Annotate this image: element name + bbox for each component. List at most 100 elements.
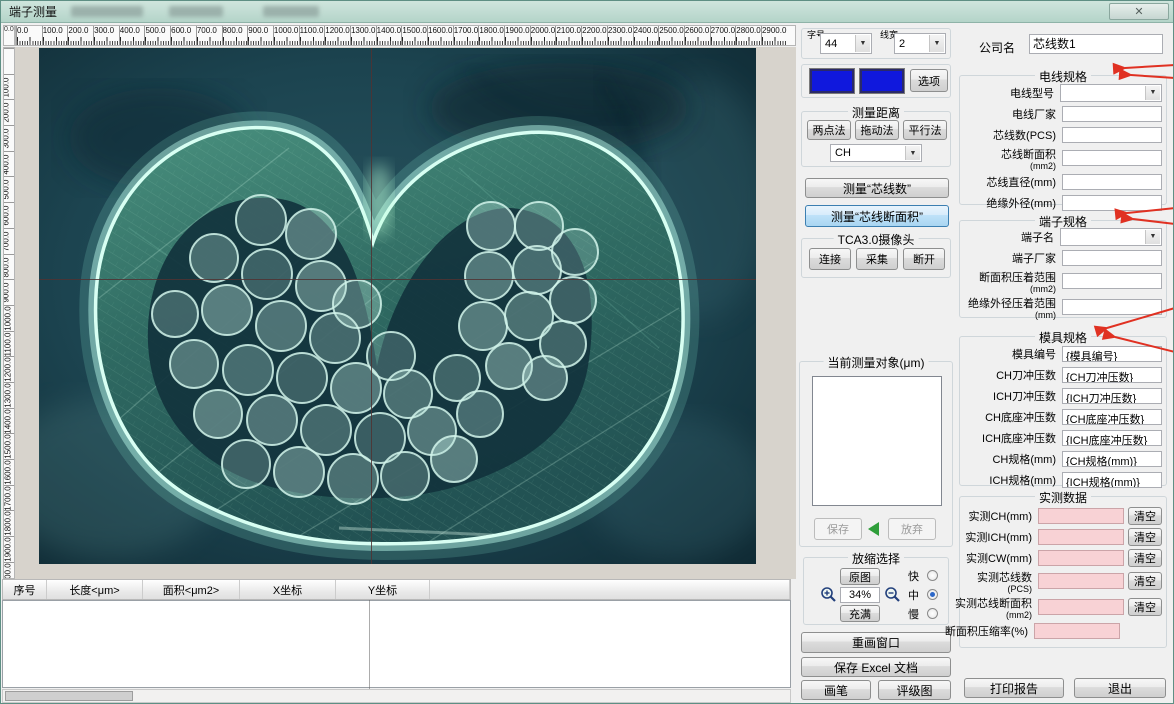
chevron-down-icon[interactable]: ▼: [1145, 86, 1160, 100]
method-button-2[interactable]: 拖动法: [855, 120, 899, 140]
clear-button[interactable]: 清空: [1128, 598, 1162, 616]
measured-field-input[interactable]: [1038, 599, 1124, 615]
save-excel-button[interactable]: 保存 Excel 文档: [801, 657, 951, 677]
mold-field-input[interactable]: {ICH规格(mm)}: [1062, 472, 1162, 488]
close-icon[interactable]: ✕: [1109, 3, 1169, 20]
current-object-list[interactable]: [812, 376, 942, 506]
discard-button[interactable]: 放弃: [888, 518, 936, 540]
rating-button[interactable]: 评级图: [878, 680, 951, 700]
field-input[interactable]: [1062, 127, 1162, 143]
zoom-in-icon[interactable]: [820, 586, 837, 603]
field-input[interactable]: [1062, 150, 1162, 166]
color-swatch-2[interactable]: [860, 69, 904, 93]
table-header-4[interactable]: X坐标: [240, 580, 336, 599]
mold-field-input[interactable]: {CH底座冲压数}: [1062, 409, 1162, 425]
fit-button[interactable]: 充满: [840, 605, 880, 622]
table-header-2[interactable]: 长度<μm>: [47, 580, 143, 599]
pen-button[interactable]: 画笔: [801, 680, 871, 700]
color-swatch-1[interactable]: [810, 69, 854, 93]
ruler-tick-label: 200.0: [68, 26, 93, 36]
scrollbar-thumb[interactable]: [5, 691, 133, 701]
original-size-button[interactable]: 原图: [840, 568, 880, 585]
field-row: 绝缘外径压着范围(mm): [964, 294, 1162, 320]
speed-radios: 快中慢: [908, 566, 938, 623]
company-field[interactable]: 芯线数1: [1029, 34, 1163, 54]
field-input[interactable]: [1062, 174, 1162, 190]
measure-count-button[interactable]: 测量“芯线数”: [805, 178, 949, 198]
ruler-cell: 0.0: [4, 48, 14, 74]
field-row: 模具编号{模具编号}: [964, 343, 1162, 364]
result-table-body[interactable]: [2, 600, 791, 688]
measured-field-input[interactable]: [1038, 529, 1124, 545]
field-input[interactable]: [1062, 273, 1162, 289]
field-row: ICH刀冲压数 {ICH刀冲压数}: [964, 385, 1162, 406]
field-label: 实测CH(mm): [968, 508, 1032, 524]
speed-radio[interactable]: [927, 589, 938, 600]
clear-button[interactable]: 清空: [1128, 572, 1162, 590]
clear-button[interactable]: 清空: [1128, 528, 1162, 546]
ruler-tick-label: 1800.0: [479, 26, 504, 36]
measured-data-title: 实测数据: [1035, 489, 1091, 506]
field-input[interactable]: [1062, 195, 1162, 211]
camera-button-2[interactable]: 采集: [856, 248, 898, 270]
table-header-5[interactable]: Y坐标: [336, 580, 430, 599]
table-header-1[interactable]: 序号: [3, 580, 47, 599]
save-button[interactable]: 保存: [814, 518, 862, 540]
crosshair-horizontal: [39, 279, 756, 280]
chevron-down-icon[interactable]: ▼: [1145, 230, 1160, 244]
field-combo[interactable]: ▼: [1060, 84, 1162, 102]
chevron-down-icon[interactable]: ▼: [929, 35, 944, 52]
print-report-button[interactable]: 打印报告: [964, 678, 1064, 698]
zoom-percent-field[interactable]: 34%: [840, 587, 880, 603]
camera-button-1[interactable]: 连接: [809, 248, 851, 270]
clear-button[interactable]: 清空: [1128, 507, 1162, 525]
mold-field-input[interactable]: {模具编号}: [1062, 346, 1162, 362]
method-button-3[interactable]: 平行法: [903, 120, 947, 140]
ruler-cell: 1200.0: [4, 356, 14, 382]
field-row: 芯线断面积(mm2): [964, 145, 1162, 171]
mold-field-input[interactable]: {ICH刀冲压数}: [1062, 388, 1162, 404]
field-input[interactable]: [1062, 106, 1162, 122]
camera-button-3[interactable]: 断开: [903, 248, 945, 270]
exit-button[interactable]: 退出: [1074, 678, 1166, 698]
speed-option: 快: [908, 566, 938, 585]
ruler-tick-label: 1400.0: [4, 409, 13, 433]
ruler-tick-label: 1500.0: [4, 435, 13, 459]
zoom-out-icon[interactable]: [884, 586, 901, 603]
measured-field-input[interactable]: [1038, 550, 1124, 566]
method-button-1[interactable]: 两点法: [807, 120, 851, 140]
measure-target-combo[interactable]: CH▼: [830, 144, 922, 162]
speed-radio[interactable]: [927, 570, 938, 581]
measured-field-input[interactable]: [1038, 508, 1124, 524]
mold-field-input[interactable]: {CH规格(mm)}: [1062, 451, 1162, 467]
field-input[interactable]: [1062, 250, 1162, 266]
ruler-tick-label: 2600.0: [685, 26, 710, 36]
ruler-cell: 200.0: [67, 26, 93, 45]
field-row: 绝缘外径(mm): [964, 192, 1162, 213]
table-header-3[interactable]: 面积<μm2>: [143, 580, 240, 599]
redraw-button[interactable]: 重画窗口: [801, 632, 951, 653]
mold-field-input[interactable]: {ICH底座冲压数}: [1062, 430, 1162, 446]
ruler-cell: 900.0: [247, 26, 273, 45]
field-input[interactable]: [1062, 299, 1162, 315]
line-width-combo[interactable]: 2▼: [894, 33, 946, 54]
field-label: ICH刀冲压数: [993, 388, 1056, 404]
field-combo[interactable]: ▼: [1060, 228, 1162, 246]
measured-data-fields: 实测CH(mm)清空实测ICH(mm)清空实测CW(mm)清空实测芯线数(PCS…: [962, 505, 1162, 641]
horizontal-scrollbar[interactable]: [2, 689, 791, 703]
chevron-down-icon[interactable]: ▼: [905, 146, 920, 160]
font-size-combo[interactable]: 44▼: [820, 33, 872, 54]
measured-field-input[interactable]: [1034, 623, 1120, 639]
clear-button[interactable]: 清空: [1128, 549, 1162, 567]
mold-spec-fields: 模具编号{模具编号}CH刀冲压数{CH刀冲压数}ICH刀冲压数{ICH刀冲压数}…: [964, 343, 1162, 490]
measured-field-input[interactable]: [1038, 573, 1124, 589]
options-button[interactable]: 选项: [910, 69, 948, 92]
chevron-down-icon[interactable]: ▼: [855, 35, 870, 52]
ruler-tick-label: 1600.0: [428, 26, 453, 36]
ruler-tick-label: 1100.0: [300, 26, 325, 36]
speed-radio[interactable]: [927, 608, 938, 619]
microscope-image[interactable]: [39, 48, 756, 564]
ruler-tick-label: 2100.0: [556, 26, 581, 36]
measure-area-button[interactable]: 测量“芯线断面积”: [805, 205, 949, 227]
mold-field-input[interactable]: {CH刀冲压数}: [1062, 367, 1162, 383]
